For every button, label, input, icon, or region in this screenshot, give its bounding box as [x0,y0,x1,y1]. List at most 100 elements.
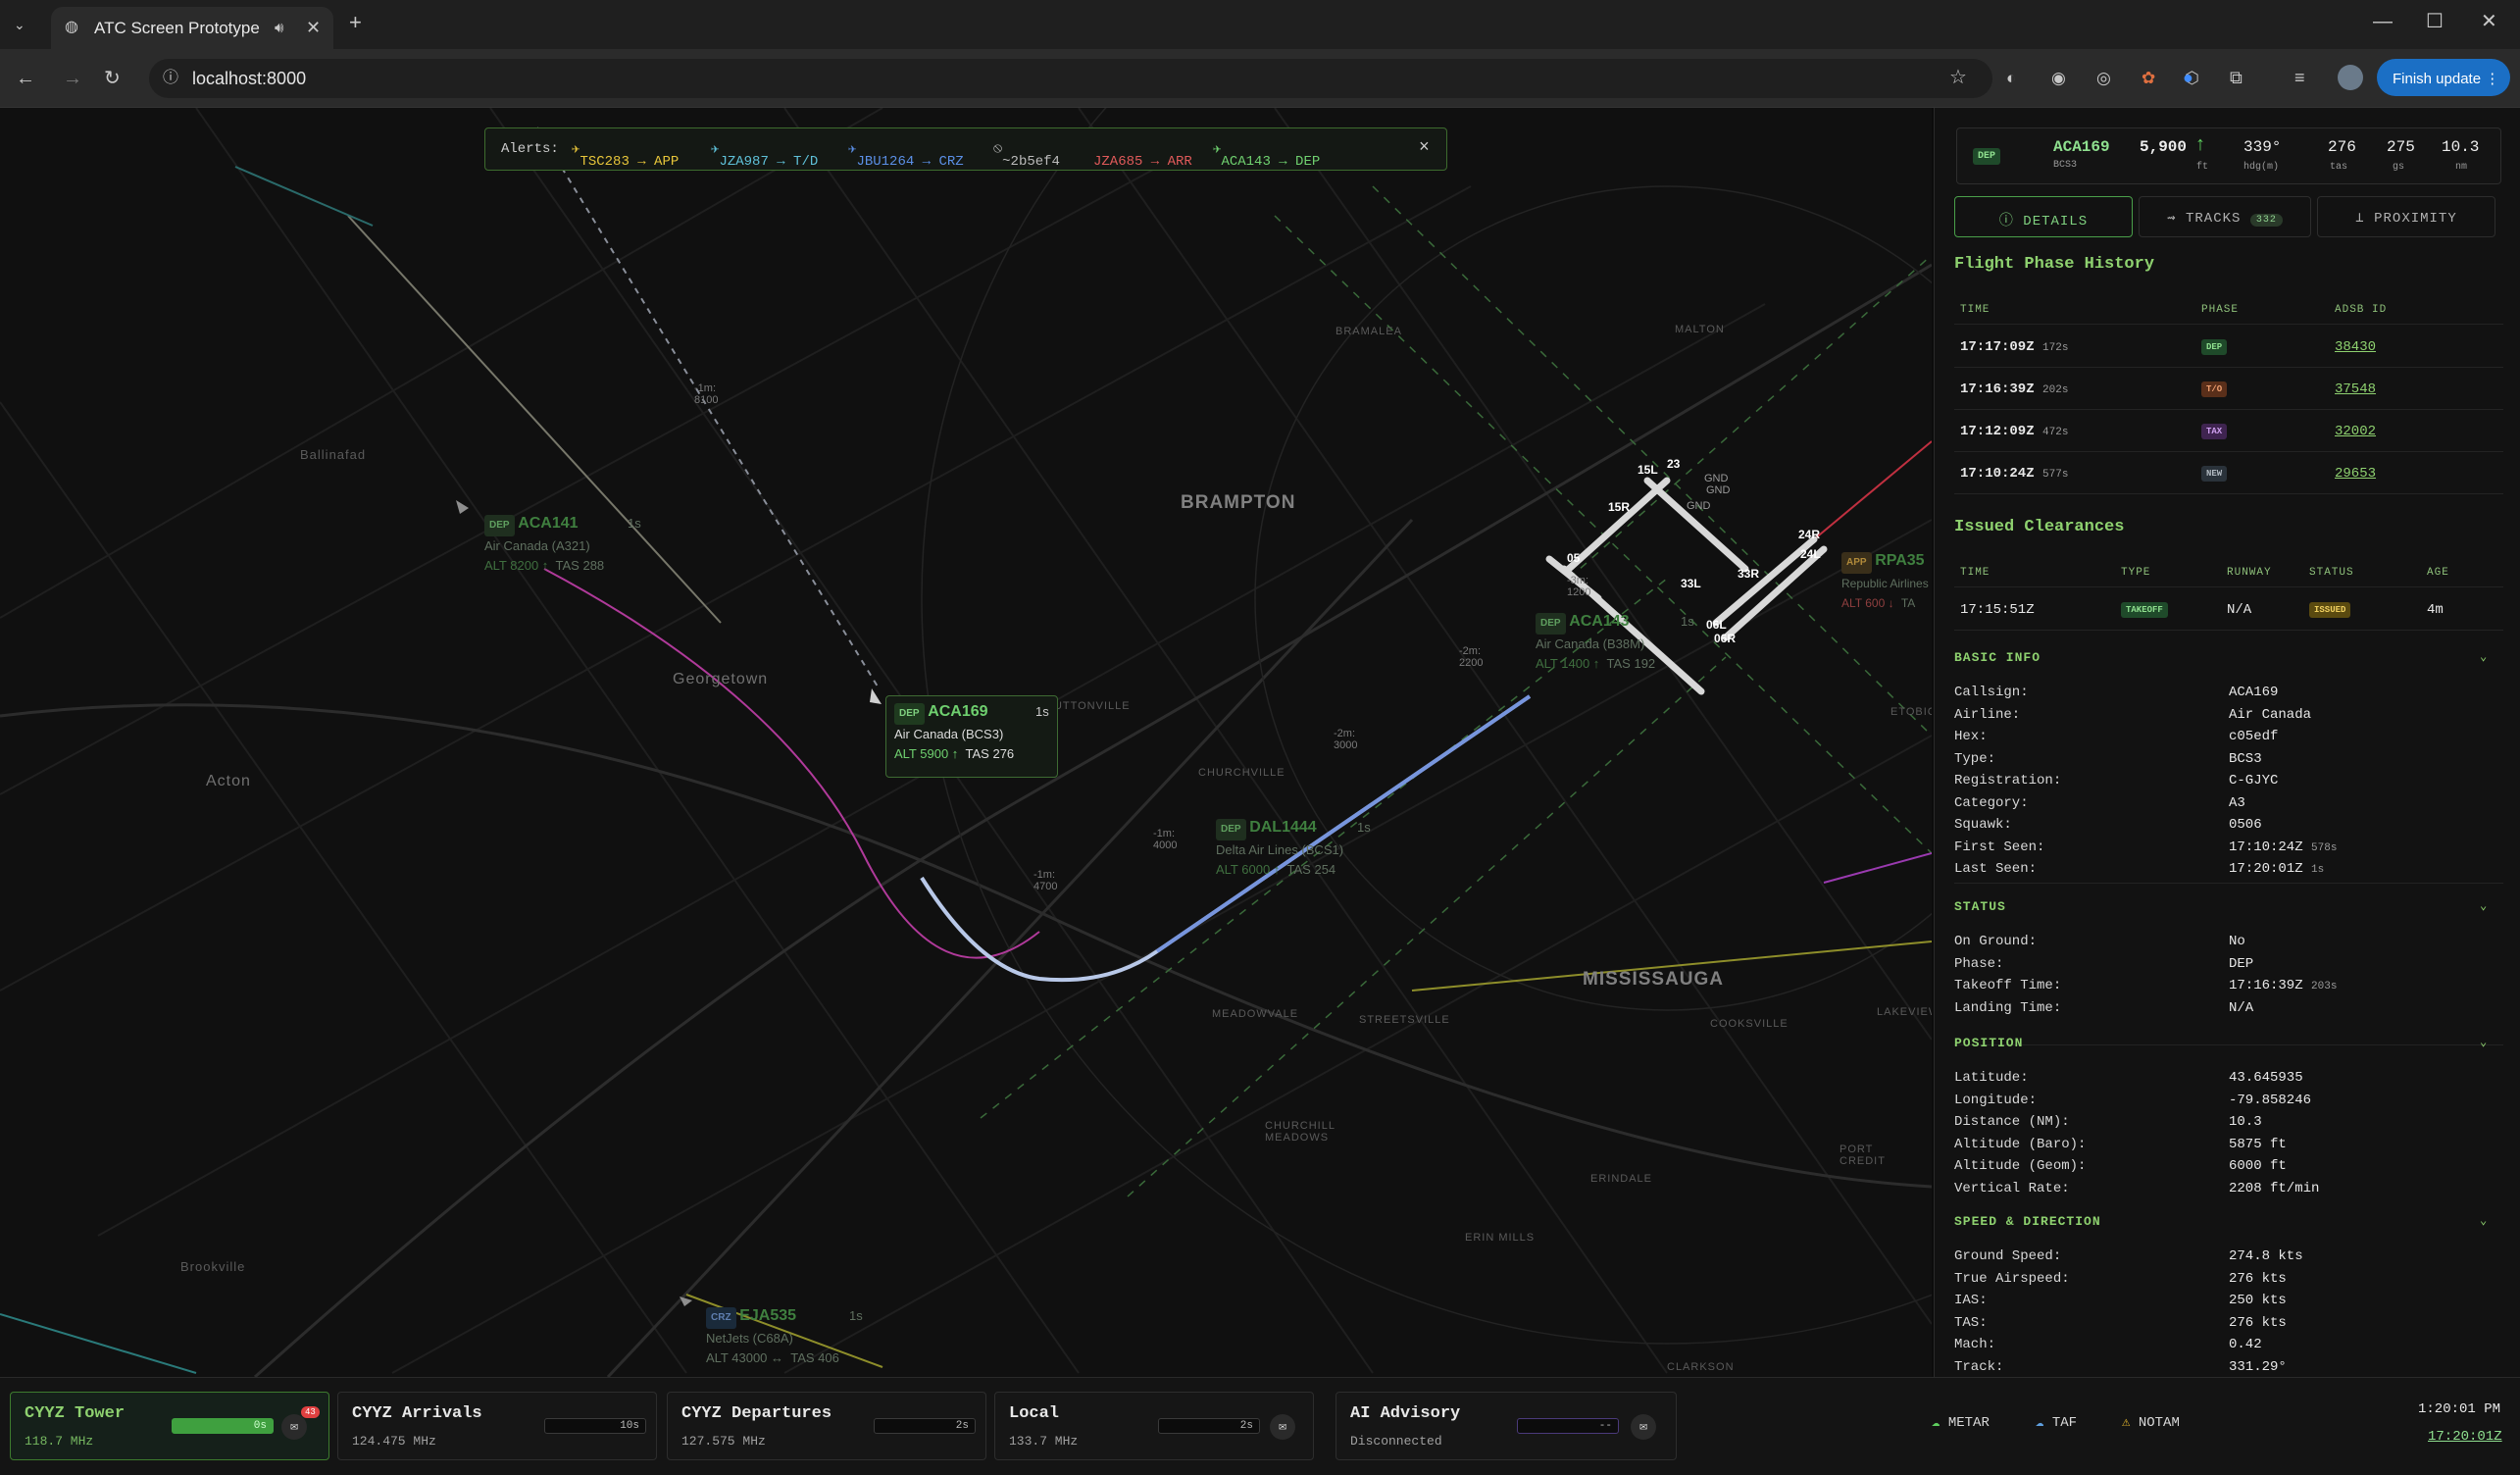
field-label: First Seen: [1954,839,2045,855]
summary-type: BCS3 [2053,160,2078,171]
extension-icon[interactable]: ◉ [2051,69,2066,88]
place-label: Ballinafad [300,447,367,462]
extension-icon[interactable]: ✿ [2142,69,2155,88]
field-label: Altitude (Baro): [1954,1136,2087,1152]
notam-button[interactable]: ⚠ NOTAM [2122,1414,2180,1431]
field-value: 0506 [2229,817,2262,833]
back-icon[interactable]: ← [16,69,35,88]
alert-item[interactable]: ✈ JZA987 → T/D [711,141,818,170]
flight-summary: DEP ACA169 BCS3 5,900 ↑ ft 339° hdg(m) 2… [1956,127,2501,184]
detail-tabs: ⓘ DETAILS ⇝ TRACKS 332 ⊥ PROXIMITY [1954,196,2503,237]
field-label: Registration: [1954,773,2062,788]
freq-cyyz-arrivals[interactable]: CYYZ Arrivals 124.475 MHz 10s [337,1392,657,1460]
runway-label: 15L [1638,463,1658,477]
minimize-icon[interactable]: — [2373,12,2393,31]
callsign: ACA169 [928,703,988,720]
radar-map[interactable]: BRAMPTON MISSISSAUGA Georgetown Acton Ba… [0,108,1932,1377]
extension-icon[interactable]: ◐ [2006,69,2016,88]
chat-icon[interactable]: ✉ [1270,1414,1295,1440]
ground-label: GND [1687,500,1711,512]
chevron-down-icon[interactable]: ⌄ [2480,649,2487,664]
selected-aircraft-label[interactable]: DEP ACA169 1s Air Canada (BCS3) ALT 5900… [885,695,1058,778]
chat-icon[interactable]: ✉ [1631,1414,1656,1440]
close-icon[interactable]: × [1419,138,1430,158]
finish-update-button[interactable]: Finish update ⋮ [2377,59,2510,96]
url-text: localhost:8000 [192,69,307,88]
freq-local[interactable]: Local 133.7 MHz 2s ✉ [994,1392,1314,1460]
aircraft-label[interactable]: DEP ACA141 1s Air Canada (A321) ALT 8200… [484,514,641,576]
aircraft-label[interactable]: CRZ EJA535 1s NetJets (C68A) ALT 43000 ↔… [706,1306,863,1368]
phase-badge: DEP [484,515,515,536]
site-info-icon[interactable]: ⓘ [163,69,178,88]
phase-badge: DEP [2201,339,2228,355]
field-value: 17:10:24Z 578s [2229,839,2338,855]
globe-icon: ◍ [65,19,78,35]
audio-icon[interactable]: 🔊︎ [275,19,283,38]
tab-title: ATC Screen Prototype [94,19,260,37]
place-label: STREETSVILLE [1359,1014,1450,1026]
runway-label: 15R [1608,500,1631,514]
field-value: BCS3 [2229,750,2262,767]
maximize-icon[interactable]: ☐ [2426,12,2444,31]
route-icon: ⇝ [2167,211,2177,227]
tab-tracks[interactable]: ⇝ TRACKS 332 [2139,196,2311,237]
reload-icon[interactable]: ↻ [104,69,121,88]
aircraft-label[interactable]: APP RPA35 Republic Airlines ALT 600 ↓ TA [1841,551,1929,613]
forward-icon[interactable]: → [63,69,82,88]
alert-item[interactable]: ✈ TSC283 → APP [572,141,679,170]
chat-icon[interactable]: ✉ [281,1414,307,1440]
track-marker: -1m: 4000 [1153,828,1178,851]
aircraft-label[interactable]: DEP ACA143 1s Air Canada (B38M) ALT 1400… [1536,612,1694,674]
adsb-id-link[interactable]: 37548 [2335,381,2376,397]
field-label: Altitude (Geom): [1954,1158,2087,1174]
alert-item[interactable]: ⦸ ~2b5ef4 [993,141,1060,170]
avatar[interactable] [2338,65,2363,90]
close-window-icon[interactable]: ✕ [2481,12,2497,31]
tab-proximity[interactable]: ⊥ PROXIMITY [2317,196,2495,237]
unread-badge: 43 [301,1406,320,1418]
taf-button[interactable]: ☁ TAF [2036,1414,2077,1431]
ground-label: GND [1706,484,1731,496]
field-label: Latitude: [1954,1070,2029,1086]
field-value: DEP [2229,955,2254,972]
field-label: Vertical Rate: [1954,1180,2070,1196]
activity-bar: 10s [544,1418,646,1434]
new-tab-icon[interactable]: + [349,12,362,33]
field-label: Squawk: [1954,817,2012,833]
adsb-id-link[interactable]: 32002 [2335,424,2376,439]
phase-badge: DEP [894,703,925,725]
place-label: Acton [206,773,251,789]
runway-label: 06R [1714,632,1737,645]
chevron-down-icon[interactable]: ⌄ [2480,1213,2487,1228]
alert-item[interactable]: ✈ JBU1264 → CRZ [848,141,964,170]
bookmark-star-icon[interactable]: ☆ [1949,68,1967,87]
address-bar[interactable]: ⓘ localhost:8000 ☆ [149,59,1992,98]
browser-tab[interactable]: ◍ ATC Screen Prototype 🔊︎ ✕ [51,7,333,49]
extension-icon[interactable]: ◎ [2096,69,2111,88]
track-marker: -2m: 3000 [1334,728,1358,751]
metar-button[interactable]: ☁ METAR [1932,1414,1990,1431]
password-manager-icon[interactable]: ● [2183,68,2193,87]
place-label: MALTON [1675,324,1725,335]
field-label: Hex: [1954,729,1988,744]
tab-details[interactable]: ⓘ DETAILS [1954,196,2133,237]
freq-ai-advisory[interactable]: AI Advisory Disconnected -- ✉ [1336,1392,1677,1460]
phase-badge: NEW [2201,466,2228,482]
field-label: True Airspeed: [1954,1270,2070,1287]
freq-cyyz-departures[interactable]: CYYZ Departures 127.575 MHz 2s [667,1392,986,1460]
track-marker: -2m: 2200 [1459,645,1484,669]
chevron-down-icon[interactable]: ⌄ [2480,898,2487,913]
freq-cyyz-tower[interactable]: CYYZ Tower 118.7 MHz 0s ✉ 43 [10,1392,329,1460]
reading-list-icon[interactable]: ≡ [2294,68,2305,87]
chevron-down-icon[interactable]: ⌄ [2480,1035,2487,1049]
field-label: Type: [1954,750,1996,767]
adsb-id-link[interactable]: 29653 [2335,466,2376,482]
extensions-puzzle-icon[interactable]: ⧉ [2230,68,2243,87]
tab-search-icon[interactable]: ⌄ [14,15,25,34]
adsb-id-link[interactable]: 38430 [2335,339,2376,355]
alert-item[interactable]: ✈ ACA143 → DEP [1213,141,1320,170]
aircraft-label[interactable]: DEP DAL1444 1s Delta Air Lines (BCS1) AL… [1216,818,1371,880]
field-label: Longitude: [1954,1092,2038,1108]
flight-details-panel: DEP ACA169 BCS3 5,900 ↑ ft 339° hdg(m) 2… [1934,108,2520,1377]
close-tab-icon[interactable]: ✕ [306,18,321,37]
